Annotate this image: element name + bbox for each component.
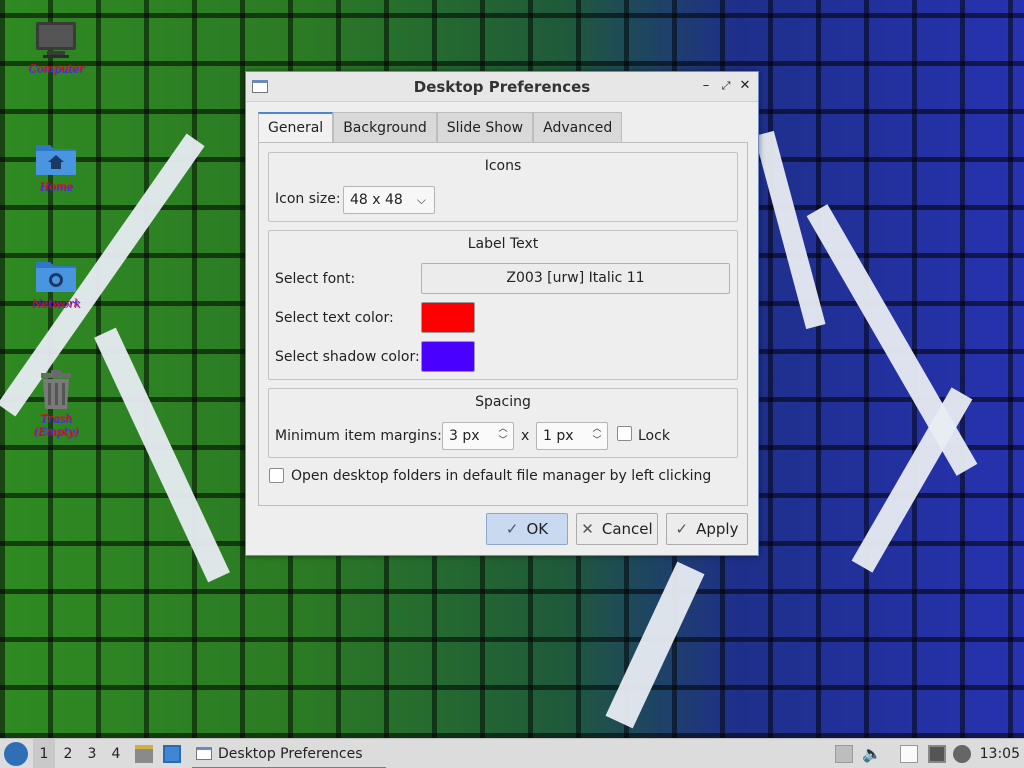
workspace-3[interactable]: 3 bbox=[81, 739, 103, 768]
dialog-titlebar[interactable]: Desktop Preferences – ⤢ ✕ bbox=[246, 72, 758, 102]
dialog-title: Desktop Preferences bbox=[413, 77, 591, 96]
workspace-1[interactable]: 1 bbox=[33, 739, 55, 768]
workspace-2[interactable]: 2 bbox=[57, 739, 79, 768]
tab-bar: General Background Slide Show Advanced bbox=[258, 112, 623, 143]
lock-checkbox[interactable] bbox=[617, 426, 632, 441]
wallpaper-shape bbox=[806, 204, 978, 476]
taskbar-task-desktop-preferences[interactable]: Desktop Preferences bbox=[192, 739, 386, 768]
select-text-color-label: Select text color: bbox=[275, 310, 394, 326]
minimum-item-margins-label: Minimum item margins: bbox=[275, 428, 442, 444]
cancel-button[interactable]: ✕ Cancel bbox=[576, 513, 658, 545]
spacing-section: Spacing Minimum item margins: 3 px ︿ ﹀ x … bbox=[268, 388, 738, 458]
select-shadow-color-label: Select shadow color: bbox=[275, 349, 420, 365]
icon-size-value: 48 x 48 bbox=[350, 192, 403, 208]
network-icon[interactable] bbox=[928, 745, 946, 763]
window-app-icon bbox=[196, 747, 212, 760]
margin-y-value: 1 px bbox=[543, 428, 574, 444]
clipboard-icon[interactable] bbox=[900, 745, 918, 763]
close-icon: ✕ bbox=[581, 520, 594, 538]
show-desktop-icon[interactable] bbox=[163, 745, 181, 763]
margin-y-spinbox[interactable]: 1 px ︿ ﹀ bbox=[536, 422, 608, 450]
margin-x-spinbox[interactable]: 3 px ︿ ﹀ bbox=[442, 422, 514, 450]
label-text-section-title: Label Text bbox=[467, 236, 539, 252]
spin-arrows-icon[interactable]: ︿ ﹀ bbox=[497, 423, 509, 447]
font-chooser-button[interactable]: Z003 [urw] Italic 11 bbox=[421, 263, 730, 294]
desktop-icon-label: Trash (Empty) bbox=[33, 412, 79, 438]
notification-icon[interactable] bbox=[953, 745, 971, 763]
tray-expand-icon[interactable] bbox=[835, 745, 853, 763]
tab-general[interactable]: General bbox=[258, 112, 334, 143]
icon-size-select[interactable]: 48 x 48 ⌵ bbox=[343, 186, 435, 214]
margin-x-value: 3 px bbox=[449, 428, 480, 444]
lock-label: Lock bbox=[638, 428, 670, 444]
wallpaper-shape bbox=[605, 561, 705, 729]
spin-arrows-icon[interactable]: ︿ ﹀ bbox=[591, 423, 603, 447]
volume-icon[interactable]: 🔈 bbox=[862, 739, 882, 768]
workspace-4[interactable]: 4 bbox=[105, 739, 127, 768]
taskbar: 1 2 3 4 Desktop Preferences 🔈 13:05 bbox=[0, 738, 1024, 768]
minimize-icon[interactable]: – bbox=[698, 78, 714, 94]
wallpaper-shape bbox=[94, 327, 230, 583]
maximize-icon[interactable]: ⤢ bbox=[718, 78, 734, 94]
close-icon[interactable]: ✕ bbox=[737, 78, 753, 94]
trash-icon bbox=[34, 370, 78, 410]
desktop-icon-trash[interactable]: Trash (Empty) bbox=[26, 370, 86, 438]
desktop-icon-label: Home bbox=[39, 180, 73, 193]
window-app-icon bbox=[252, 80, 268, 93]
ok-button[interactable]: ✓ OK bbox=[486, 513, 568, 545]
desktop-preferences-dialog: Desktop Preferences – ⤢ ✕ General Backgr… bbox=[245, 71, 759, 556]
check-icon: ✓ bbox=[505, 520, 519, 538]
desktop-icon-home[interactable]: Home bbox=[26, 138, 86, 193]
chevron-down-icon: ⌵ bbox=[416, 193, 426, 207]
open-folders-label[interactable]: Open desktop folders in default file man… bbox=[291, 468, 711, 484]
spacing-section-title: Spacing bbox=[475, 394, 531, 410]
select-font-label: Select font: bbox=[275, 271, 356, 287]
desktop-icon-label: Network bbox=[31, 297, 81, 310]
icons-section-title: Icons bbox=[484, 158, 522, 174]
file-manager-launcher-icon[interactable] bbox=[135, 745, 153, 763]
task-title: Desktop Preferences bbox=[218, 746, 363, 762]
home-folder-icon bbox=[34, 138, 78, 178]
tab-background[interactable]: Background bbox=[333, 112, 437, 142]
margin-separator: x bbox=[521, 428, 530, 444]
start-menu-icon[interactable] bbox=[4, 742, 28, 766]
shadow-color-button[interactable] bbox=[421, 341, 475, 372]
desktop-icon-computer[interactable]: Computer bbox=[26, 20, 86, 75]
text-color-button[interactable] bbox=[421, 302, 475, 333]
tab-advanced[interactable]: Advanced bbox=[533, 112, 623, 142]
desktop-icon-label: Computer bbox=[28, 62, 84, 75]
icon-size-label: Icon size: bbox=[275, 191, 341, 207]
desktop-icon-network[interactable]: Network bbox=[26, 255, 86, 310]
tab-slide-show[interactable]: Slide Show bbox=[436, 112, 534, 142]
clock[interactable]: 13:05 bbox=[976, 739, 1020, 768]
label-text-section: Label Text Select font: Z003 [urw] Itali… bbox=[268, 230, 738, 380]
apply-button[interactable]: ✓ Apply bbox=[666, 513, 748, 545]
general-tab-panel: Icons Icon size: 48 x 48 ⌵ Label Text Se… bbox=[258, 142, 748, 506]
icons-section: Icons Icon size: 48 x 48 ⌵ bbox=[268, 152, 738, 222]
computer-icon bbox=[34, 20, 78, 60]
open-folders-checkbox[interactable] bbox=[269, 468, 284, 483]
network-folder-icon bbox=[34, 255, 78, 295]
check-icon: ✓ bbox=[675, 520, 689, 538]
wallpaper-shape bbox=[851, 387, 973, 573]
